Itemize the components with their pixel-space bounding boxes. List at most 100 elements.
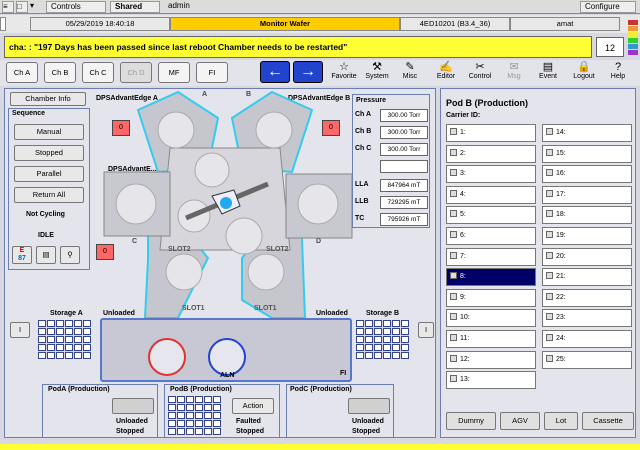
slot-item[interactable]: 17:	[542, 185, 632, 204]
agv-button[interactable]: AGV	[500, 412, 540, 430]
storage-cell[interactable]	[83, 344, 91, 351]
alarm-count[interactable]: 12	[596, 37, 624, 57]
storage-b-grid[interactable]	[356, 320, 409, 359]
slot-checkbox[interactable]	[546, 169, 553, 177]
slot-checkbox[interactable]	[546, 148, 553, 156]
storage-cell[interactable]	[177, 396, 185, 403]
storage-cell[interactable]	[204, 412, 212, 419]
storage-cell[interactable]	[74, 320, 82, 327]
storage-cell[interactable]	[74, 352, 82, 359]
storage-a-marker[interactable]: I	[10, 322, 30, 338]
storage-cell[interactable]	[392, 320, 400, 327]
tab-ch-c[interactable]: Ch C	[82, 62, 114, 83]
storage-cell[interactable]	[168, 396, 176, 403]
storage-cell[interactable]	[365, 320, 373, 327]
slot-checkbox[interactable]	[546, 313, 553, 321]
storage-cell[interactable]	[383, 320, 391, 327]
storage-cell[interactable]	[177, 412, 185, 419]
storage-cell[interactable]	[65, 336, 73, 343]
storage-cell[interactable]	[186, 412, 194, 419]
misc-button[interactable]: ✎ Misc	[392, 61, 428, 85]
chamber-info-button[interactable]: Chamber Info	[10, 92, 86, 106]
loadlock-a-wafer[interactable]	[148, 338, 186, 376]
slot-item[interactable]: 1:	[446, 124, 536, 142]
storage-cell[interactable]	[186, 396, 194, 403]
slot-item[interactable]: 21:	[542, 268, 632, 287]
storage-cell[interactable]	[374, 320, 382, 327]
configure-button[interactable]: Configure	[580, 1, 636, 13]
forward-arrow-icon[interactable]: →	[293, 61, 323, 83]
storage-cell[interactable]	[65, 344, 73, 351]
slot-item[interactable]: 14:	[542, 124, 632, 142]
storage-cell[interactable]	[47, 344, 55, 351]
window-icon[interactable]: □	[16, 1, 28, 13]
storage-cell[interactable]	[47, 336, 55, 343]
storage-cell[interactable]	[56, 352, 64, 359]
storage-cell[interactable]	[47, 352, 55, 359]
controls-menu[interactable]: Controls	[46, 1, 106, 13]
storage-cell[interactable]	[74, 336, 82, 343]
storage-cell[interactable]	[392, 336, 400, 343]
slot-item[interactable]: 18:	[542, 206, 632, 225]
storage-cell[interactable]	[177, 404, 185, 411]
storage-cell[interactable]	[383, 352, 391, 359]
storage-cell[interactable]	[356, 336, 364, 343]
tab-fi[interactable]: FI	[196, 62, 228, 83]
slot-checkbox[interactable]	[450, 210, 457, 218]
pod-c-action-button[interactable]	[348, 398, 390, 414]
storage-cell[interactable]	[401, 320, 409, 327]
storage-cell[interactable]	[374, 336, 382, 343]
back-arrow-icon[interactable]: ←	[260, 61, 290, 83]
manual-button[interactable]: Manual	[14, 124, 84, 140]
parallel-button[interactable]: Parallel	[14, 166, 84, 182]
storage-cell[interactable]	[195, 428, 203, 435]
storage-cell[interactable]	[168, 428, 176, 435]
storage-cell[interactable]	[56, 336, 64, 343]
slot-item[interactable]: 10:	[446, 309, 536, 328]
storage-cell[interactable]	[38, 328, 46, 335]
tab-ch-a[interactable]: Ch A	[6, 62, 38, 83]
storage-cell[interactable]	[374, 352, 382, 359]
tab-ch-d[interactable]: Ch D	[120, 62, 152, 83]
storage-cell[interactable]	[365, 328, 373, 335]
storage-cell[interactable]	[401, 344, 409, 351]
dummy-button[interactable]: Dummy	[446, 412, 496, 430]
slot-checkbox[interactable]	[546, 334, 553, 341]
slot-checkbox[interactable]	[546, 354, 553, 362]
slot-checkbox[interactable]	[546, 231, 553, 238]
slot-checkbox[interactable]	[450, 375, 457, 383]
storage-cell[interactable]	[56, 344, 64, 351]
search-icon[interactable]: ⚲	[60, 246, 80, 264]
slot-item[interactable]: 23:	[542, 309, 632, 328]
storage-cell[interactable]	[213, 420, 221, 427]
slot-item[interactable]: 3:	[446, 165, 536, 184]
storage-cell[interactable]	[177, 428, 185, 435]
slot-item[interactable]: 24:	[542, 330, 632, 348]
slot-item[interactable]: 13:	[446, 371, 536, 390]
slot-checkbox[interactable]	[546, 272, 553, 280]
slot-item[interactable]: 4:	[446, 185, 536, 204]
storage-cell[interactable]	[213, 428, 221, 435]
pod-b-action-button[interactable]: Action	[232, 398, 274, 414]
storage-cell[interactable]	[186, 428, 194, 435]
storage-cell[interactable]	[356, 344, 364, 351]
slot-checkbox[interactable]	[450, 128, 457, 135]
editor-button[interactable]: ✍ Editor	[428, 61, 464, 85]
slot-checkbox[interactable]	[450, 169, 457, 177]
slot-checkbox[interactable]	[546, 128, 553, 135]
storage-cell[interactable]	[374, 328, 382, 335]
slot-item[interactable]: 2:	[446, 144, 536, 163]
storage-cell[interactable]	[74, 328, 82, 335]
storage-cell[interactable]	[168, 412, 176, 419]
storage-cell[interactable]	[204, 404, 212, 411]
storage-cell[interactable]	[383, 336, 391, 343]
storage-cell[interactable]	[213, 404, 221, 411]
storage-cell[interactable]	[38, 336, 46, 343]
slot-checkbox[interactable]	[546, 189, 553, 197]
storage-cell[interactable]	[204, 420, 212, 427]
storage-cell[interactable]	[47, 328, 55, 335]
loadlock-b-wafer[interactable]	[208, 338, 246, 376]
storage-cell[interactable]	[356, 328, 364, 335]
logout-button[interactable]: 🔒 Logout	[566, 61, 602, 85]
storage-cell[interactable]	[38, 320, 46, 327]
